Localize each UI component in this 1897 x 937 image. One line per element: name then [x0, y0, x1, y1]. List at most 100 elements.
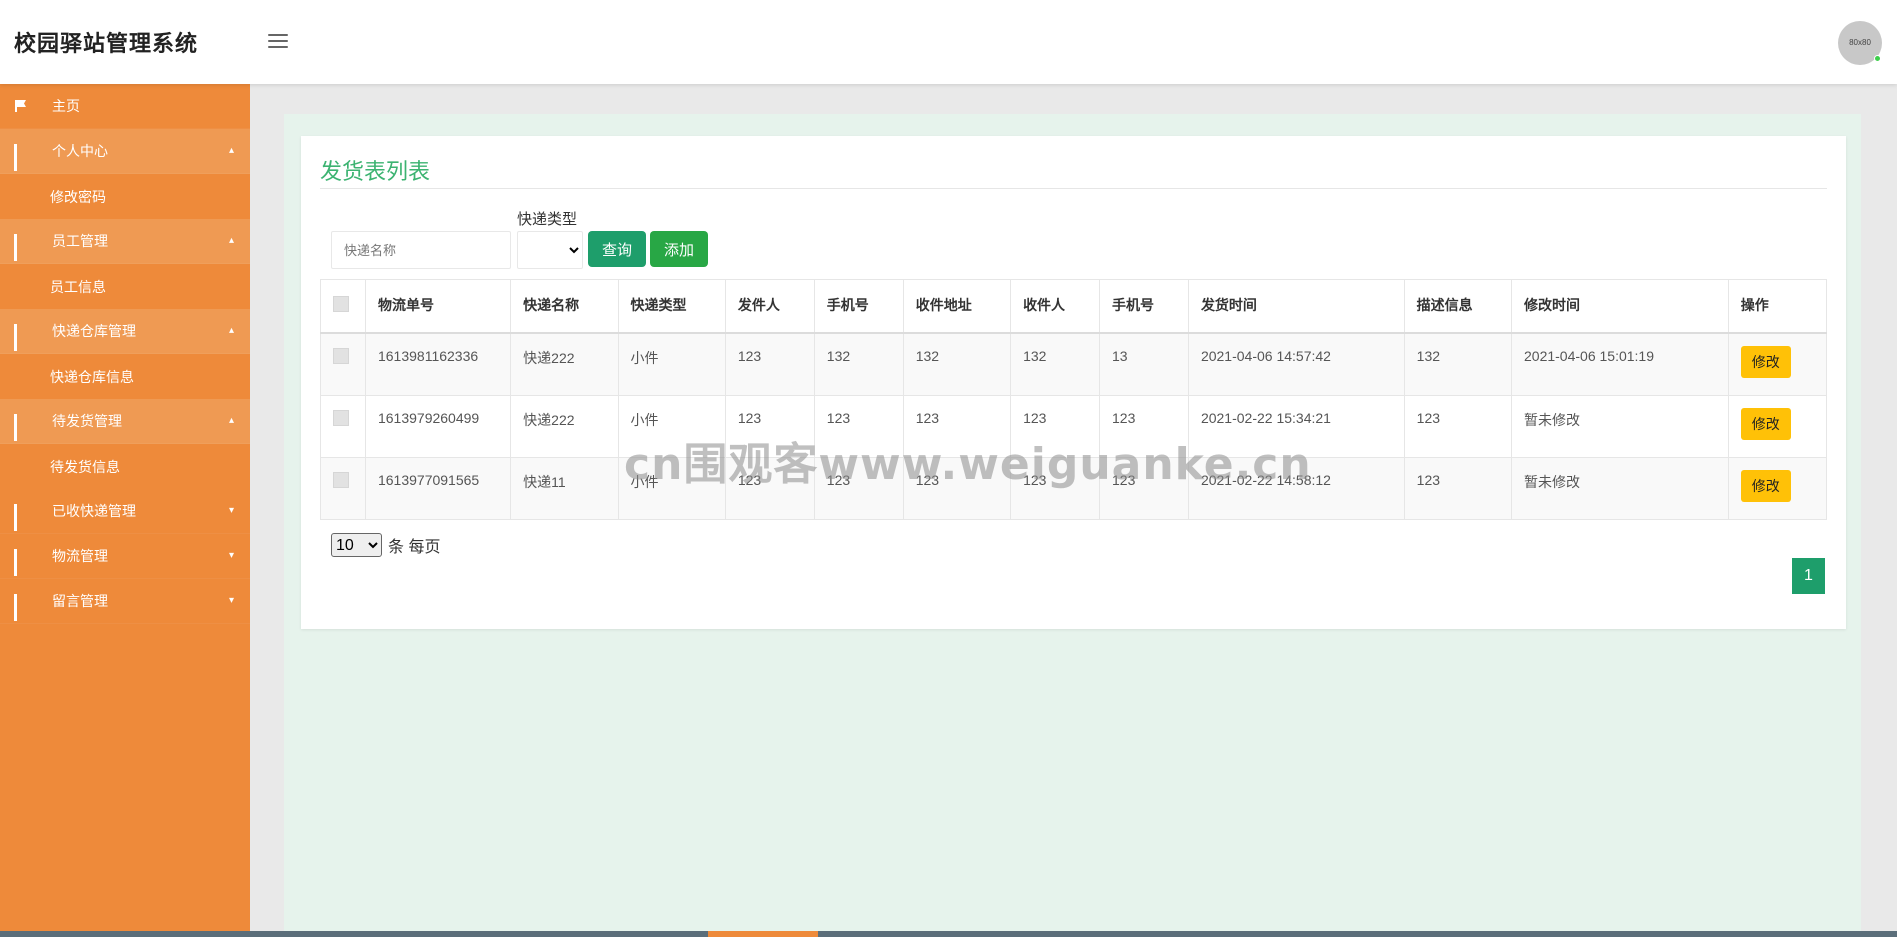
- page-title: 发货表列表: [320, 159, 431, 184]
- table-header-row: 物流单号 快递名称 快递类型 发件人 手机号 收件地址 收件人 手机号 发货时间…: [320, 279, 1828, 334]
- column-header[interactable]: 收件地址: [902, 279, 1012, 334]
- bottom-strip-accent: [708, 931, 818, 937]
- bottom-strip: [0, 931, 1897, 937]
- sidebar-item-personal-center[interactable]: 个人中心 ▴: [0, 129, 250, 174]
- sidebar-item-messages[interactable]: 留言管理 ▾: [0, 579, 250, 624]
- chevron-down-icon: ▾: [228, 595, 234, 606]
- page-size-control: 10 条 每页: [331, 533, 440, 557]
- grid-icon: [14, 144, 28, 171]
- table-cell: 1613981162336: [364, 332, 512, 396]
- row-checkbox[interactable]: [333, 471, 349, 488]
- edit-button[interactable]: 修改: [1740, 346, 1791, 378]
- sidebar-item-label: 员工管理: [52, 233, 108, 249]
- table-cell: 1613979260499: [364, 394, 512, 458]
- grid-icon: [14, 414, 28, 441]
- sidebar-subitem-staff-info[interactable]: 员工信息: [0, 264, 250, 309]
- avatar-placeholder-text: 80x80: [1849, 38, 1871, 47]
- table-cell: 132: [902, 332, 1012, 396]
- top-header: 校园驿站管理系统 80x80: [0, 0, 1897, 84]
- table-cell: 123: [724, 332, 815, 396]
- table-cell: 暂未修改: [1511, 456, 1729, 520]
- sidebar-item-received-packages[interactable]: 已收快递管理 ▾: [0, 489, 250, 534]
- filter-label: 快递类型: [517, 211, 578, 228]
- row-select-cell: [320, 394, 366, 458]
- table-cell: 快递11: [510, 456, 619, 520]
- sidebar-item-label: 主页: [52, 98, 80, 114]
- sidebar-item-label: 留言管理: [52, 593, 108, 609]
- sidebar-item-label: 快递仓库管理: [52, 323, 136, 339]
- online-status-dot: [1874, 55, 1881, 62]
- shipment-list-panel: 发货表列表 快递类型 查询 添加 物流单号 快递名称 快递类型 发件人 手机号 …: [301, 136, 1846, 629]
- column-header[interactable]: 发件人: [724, 279, 815, 334]
- sidebar-item-label: 个人中心: [52, 143, 108, 159]
- avatar[interactable]: 80x80: [1838, 21, 1882, 65]
- sidebar-item-home[interactable]: 主页: [0, 84, 250, 129]
- column-header[interactable]: 快递名称: [510, 279, 619, 334]
- watermark-text: cn围观客www.weiguanke.cn: [624, 439, 1312, 490]
- table-cell: 123: [1403, 456, 1513, 520]
- chevron-up-icon: ▴: [228, 235, 234, 246]
- row-checkbox[interactable]: [333, 348, 349, 364]
- row-select-cell: [320, 456, 366, 520]
- sidebar-item-label: 已收快递管理: [52, 503, 136, 519]
- edit-button[interactable]: 修改: [1740, 407, 1791, 440]
- sidebar-item-warehouse-management[interactable]: 快递仓库管理 ▴: [0, 309, 250, 354]
- table-row: 1613981162336 快递222 小件 123 132 132 132 1…: [320, 332, 1828, 396]
- sidebar: 主页 个人中心 ▴ 修改密码 员工管理 ▴ 员工信息 快递仓库管理 ▴ 快递仓库…: [0, 84, 250, 937]
- row-select-cell: [320, 332, 366, 396]
- query-button[interactable]: 查询: [588, 231, 646, 267]
- column-header[interactable]: 快递类型: [617, 279, 726, 334]
- table-cell: 2021-04-06 15:01:19: [1511, 332, 1729, 396]
- table-cell: 小件: [617, 332, 726, 396]
- sidebar-item-label: 物流管理: [52, 548, 108, 564]
- sidebar-item-label: 待发货管理: [52, 413, 122, 429]
- column-header[interactable]: 发货时间: [1187, 279, 1405, 334]
- column-header[interactable]: 描述信息: [1403, 279, 1513, 334]
- table-cell: 123: [1403, 394, 1513, 458]
- select-all-checkbox[interactable]: [333, 296, 349, 312]
- page-size-suffix: 条 每页: [388, 539, 441, 556]
- select-all-cell: [320, 279, 366, 334]
- column-header[interactable]: 修改时间: [1511, 279, 1729, 334]
- row-checkbox[interactable]: [333, 409, 349, 426]
- table-cell: 快递222: [510, 394, 619, 458]
- column-header[interactable]: 手机号: [1099, 279, 1189, 334]
- page-size-select[interactable]: 10: [331, 533, 382, 557]
- column-header[interactable]: 物流单号: [364, 279, 512, 334]
- column-header[interactable]: 手机号: [813, 279, 904, 334]
- table-cell: 1613977091565: [364, 456, 512, 520]
- table-cell: 132: [1403, 332, 1513, 396]
- table-cell: 132: [813, 332, 904, 396]
- grid-icon: [14, 549, 28, 576]
- flag-icon: [15, 100, 26, 112]
- column-header: 操作: [1727, 279, 1828, 334]
- grid-icon: [14, 594, 28, 621]
- actions-cell: 修改: [1727, 394, 1828, 458]
- add-button[interactable]: 添加: [650, 231, 708, 267]
- actions-cell: 修改: [1727, 456, 1828, 520]
- express-type-select[interactable]: [517, 231, 583, 269]
- sidebar-subitem-change-password[interactable]: 修改密码: [0, 174, 250, 219]
- sidebar-item-logistics[interactable]: 物流管理 ▾: [0, 534, 250, 579]
- search-input[interactable]: [331, 231, 511, 269]
- chevron-down-icon: ▾: [228, 505, 234, 516]
- menu-toggle-icon[interactable]: [268, 34, 288, 48]
- edit-button[interactable]: 修改: [1740, 469, 1791, 502]
- chevron-up-icon: ▴: [228, 325, 234, 336]
- title-divider: [320, 188, 1827, 189]
- grid-icon: [14, 234, 28, 261]
- sidebar-item-pending-shipment[interactable]: 待发货管理 ▴: [0, 399, 250, 444]
- chevron-up-icon: ▴: [228, 145, 234, 156]
- sidebar-subitem-pending-shipment-info[interactable]: 待发货信息: [0, 444, 250, 489]
- table-cell: 暂未修改: [1511, 394, 1729, 458]
- actions-cell: 修改: [1727, 332, 1828, 396]
- table-cell: 2021-04-06 14:57:42: [1187, 332, 1405, 396]
- table-cell: 132: [1010, 332, 1100, 396]
- table-cell: 13: [1099, 332, 1189, 396]
- column-header[interactable]: 收件人: [1010, 279, 1100, 334]
- sidebar-item-staff-management[interactable]: 员工管理 ▴: [0, 219, 250, 264]
- sidebar-subitem-warehouse-info[interactable]: 快递仓库信息: [0, 354, 250, 399]
- grid-icon: [14, 504, 28, 531]
- table-cell: 快递222: [510, 332, 619, 396]
- pagination-page-button[interactable]: 1: [1792, 558, 1825, 594]
